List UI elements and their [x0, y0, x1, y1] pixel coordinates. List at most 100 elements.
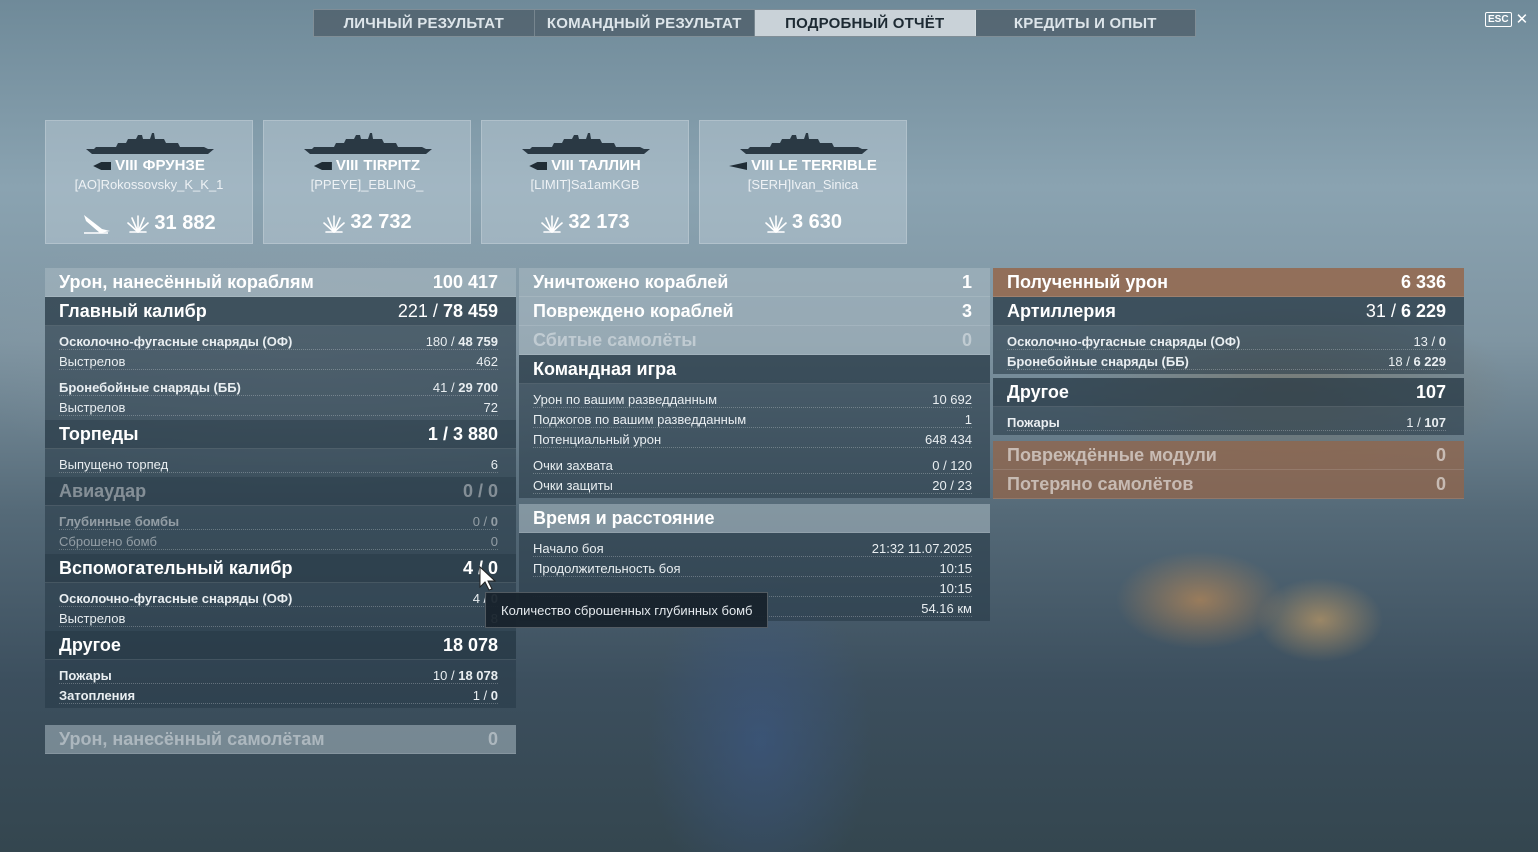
- main-battery-header[interactable]: Главный калибр 221 / 78 459: [45, 297, 516, 326]
- ship-card[interactable]: VIII TIRPITZ [PPEYE]_EBLING_ 32 732: [263, 120, 471, 244]
- other-received-header[interactable]: Другое 107: [993, 378, 1464, 407]
- result-tabs: ЛИЧНЫЙ РЕЗУЛЬТАТ КОМАНДНЫЙ РЕЗУЛЬТАТ ПОД…: [313, 9, 1196, 37]
- other-header[interactable]: Другое 18 078: [45, 631, 516, 660]
- damaged-header[interactable]: Повреждено кораблей 3: [519, 297, 990, 326]
- stat-row: Осколочно-фугасные снаряды (ОФ)4 / 0: [59, 587, 498, 607]
- secondary-rows: Осколочно-фугасные снаряды (ОФ)4 / 0 Выс…: [45, 583, 516, 631]
- esc-key-icon: ESC: [1485, 12, 1512, 27]
- damage-value: 3 630: [791, 211, 843, 233]
- ship-title: VIII LE TERRIBLE: [700, 157, 906, 174]
- damage-dealt: 32 173: [482, 211, 688, 234]
- ship-name: LE TERRIBLE: [778, 157, 877, 174]
- value: 221 / 78 459: [397, 300, 498, 321]
- modules-header[interactable]: Повреждённые модули 0: [993, 441, 1464, 470]
- tab-team-result[interactable]: КОМАНДНЫЙ РЕЗУЛЬТАТ: [535, 10, 755, 36]
- damage-planes-header[interactable]: Урон, нанесённый самолётам 0: [45, 725, 516, 754]
- time-distance-header: Время и расстояние: [519, 504, 990, 533]
- ship-title: VIII ФРУНЗЕ: [46, 157, 252, 174]
- ship-tier: VIII: [115, 157, 138, 174]
- stat-row: Поджогов по вашим разведданным 1: [533, 408, 972, 428]
- ship-silhouette-icon: [740, 133, 868, 155]
- ship-card[interactable]: VIII ФРУНЗЕ [AO]Rokossovsky_K_K_1 31 882: [45, 120, 253, 244]
- stat-row: Потенциальный урон 648 434: [533, 428, 972, 448]
- tab-detailed-report[interactable]: ПОДРОБНЫЙ ОТЧЁТ: [755, 10, 976, 36]
- stat-row: Пожары 1 / 107: [1007, 411, 1446, 431]
- damage-icon: [126, 212, 150, 234]
- secondary-header[interactable]: Вспомогательный калибр 4 / 0: [45, 554, 516, 583]
- ship-name: TIRPITZ: [363, 157, 421, 174]
- label: Главный калибр: [59, 300, 207, 321]
- main-battery-rows: Осколочно-фугасные снаряды (ОФ) 180 / 48 …: [45, 326, 516, 420]
- stat-row: Осколочно-фугасные снаряды (ОФ) 180 / 48 …: [59, 330, 498, 350]
- ship-tier: VIII: [751, 157, 774, 174]
- planes-lost-header[interactable]: Потеряно самолётов 0: [993, 470, 1464, 499]
- stat-row: Продолжительность боя 10:15: [533, 557, 972, 577]
- damage-icon: [322, 212, 346, 234]
- close-button[interactable]: ESC ✕: [1485, 12, 1528, 27]
- team-play-header: Командная игра: [519, 355, 990, 384]
- team-play-rows: Урон по вашим разведданным 10 692 Поджого…: [519, 384, 990, 498]
- torpedoes-header[interactable]: Торпеды 1 / 3 880: [45, 420, 516, 449]
- bombs-dropped-row[interactable]: Сброшено бомб 0: [59, 530, 498, 550]
- ship-silhouette-icon: [522, 133, 650, 155]
- stat-row: Выстрелов 72: [59, 396, 498, 416]
- ship-card[interactable]: VIII LE TERRIBLE [SERH]Ivan_Sinica 3 630: [699, 120, 907, 244]
- damage-icon: [540, 212, 564, 234]
- tab-credits-xp[interactable]: КРЕДИТЫ И ОПЫТ: [976, 10, 1196, 36]
- close-icon: ✕: [1515, 10, 1529, 28]
- battle-stats-panel: Уничтожено кораблей 1 Повреждено кораблей…: [519, 268, 990, 621]
- ship-card[interactable]: VIII ТАЛЛИН [LIMIT]Sa1amKGB 32 173: [481, 120, 689, 244]
- battleship-class-icon: [313, 162, 332, 170]
- damage-value: 31 882: [154, 211, 216, 234]
- damage-dealt: 32 732: [264, 211, 470, 234]
- airstrike-rows: Глубинные бомбы 0 / 0 Сброшено бомб 0: [45, 506, 516, 554]
- player-name: [SERH]Ivan_Sinica: [747, 177, 859, 192]
- stat-row: Выстрелов 462: [59, 350, 498, 370]
- ship-tier: VIII: [335, 157, 359, 174]
- stat-row: Начало боя 21:32 11.07.2025: [533, 537, 972, 557]
- damage-dealt: 3 630: [700, 211, 906, 234]
- ship-name: ТАЛЛИН: [578, 157, 641, 174]
- stat-row: Глубинные бомбы 0 / 0: [59, 510, 498, 530]
- stat-row: Осколочно-фугасные снаряды (ОФ) 13 / 0: [1007, 330, 1446, 350]
- tooltip: Количество сброшенных глубинных бомб: [485, 592, 768, 628]
- destroyer-class-icon: [729, 162, 748, 170]
- tab-personal-result[interactable]: ЛИЧНЫЙ РЕЗУЛЬТАТ: [314, 10, 535, 36]
- damage-value: 32 732: [350, 211, 412, 233]
- stat-row: Урон по вашим разведданным 10 692: [533, 388, 972, 408]
- damage-value: 32 173: [568, 211, 630, 233]
- value: 100 417: [432, 271, 498, 292]
- destroyed-header[interactable]: Уничтожено кораблей 1: [519, 268, 990, 297]
- cruiser-class-icon: [529, 162, 548, 170]
- planes-shot-header[interactable]: Сбитые самолёты 0: [519, 326, 990, 355]
- torpedo-hit-icon: [84, 215, 111, 234]
- artillery-rows: Осколочно-фугасные снаряды (ОФ) 13 / 0 Бр…: [993, 326, 1464, 374]
- ship-name: ФРУНЗЕ: [142, 157, 205, 174]
- damage-ships-header[interactable]: Урон, нанесённый кораблям 100 417: [45, 268, 516, 297]
- stat-row: Очки захвата 0 / 120: [533, 454, 972, 474]
- stat-row: Выпущено торпед 6: [59, 453, 498, 473]
- other-rows: Пожары 10 / 18 078 Затопления 1 / 0: [45, 660, 516, 708]
- ship-silhouette-icon: [86, 133, 214, 155]
- received-header[interactable]: Полученный урон 6 336: [993, 268, 1464, 297]
- ship-title: VIII ТАЛЛИН: [482, 157, 688, 174]
- label: Урон, нанесённый кораблям: [59, 271, 314, 292]
- ship-silhouette-icon: [304, 133, 432, 155]
- damage-dealt-panel: Урон, нанесённый кораблям 100 417 Главны…: [45, 268, 516, 754]
- stat-row: Очки защиты 20 / 23: [533, 474, 972, 494]
- ship-title: VIII TIRPITZ: [264, 157, 470, 174]
- damage-dealt: 31 882: [46, 211, 252, 235]
- player-name: [PPEYE]_EBLING_: [310, 177, 424, 192]
- damage-received-panel: Полученный урон 6 336 Артиллерия 31 / 6 2…: [993, 268, 1464, 499]
- player-name: [LIMIT]Sa1amKGB: [530, 177, 640, 192]
- airstrike-header[interactable]: Авиаудар 0 / 0: [45, 477, 516, 506]
- stat-row: Выстрелов8: [59, 607, 498, 627]
- player-name: [AO]Rokossovsky_K_K_1: [74, 177, 224, 192]
- stat-row: Затопления 1 / 0: [59, 684, 498, 704]
- ship-tier: VIII: [551, 157, 574, 174]
- damage-icon: [764, 212, 788, 234]
- stat-row: Бронебойные снаряды (ББ) 18 / 6 229: [1007, 350, 1446, 370]
- cruiser-class-icon: [93, 162, 112, 170]
- artillery-header[interactable]: Артиллерия 31 / 6 229: [993, 297, 1464, 326]
- mouse-cursor-icon: [479, 566, 497, 591]
